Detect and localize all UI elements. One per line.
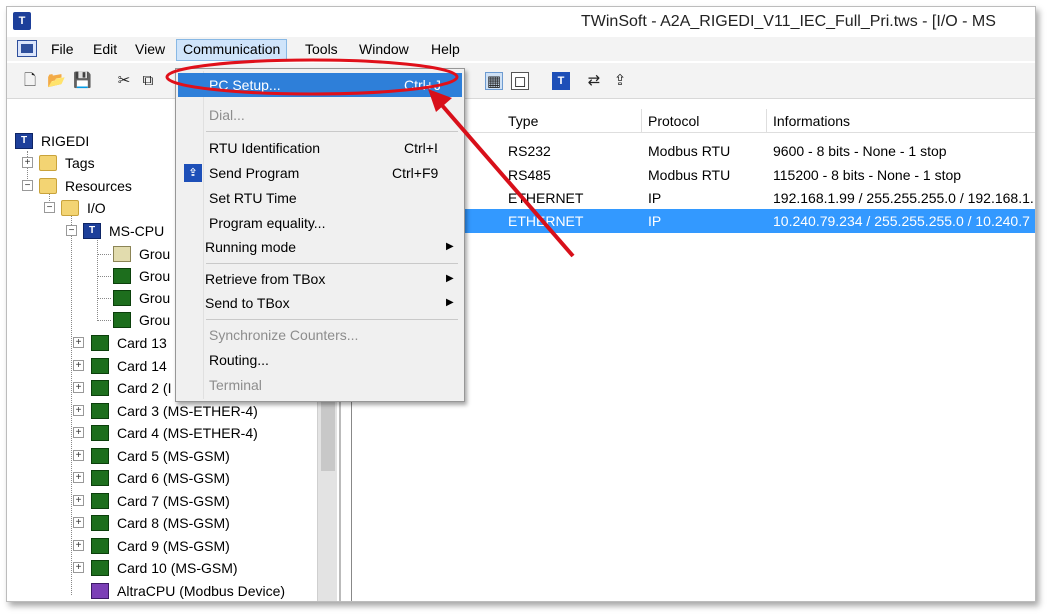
send-program-tool-icon[interactable]: ⇪ (611, 72, 629, 90)
menu-communication[interactable]: Communication (176, 39, 288, 61)
twinsoft-project-icon: T (15, 133, 33, 149)
menu-view[interactable]: View (129, 40, 171, 60)
menu-item-running-mode[interactable]: Running mode ▶ (178, 235, 462, 259)
menu-item-program-equality[interactable]: Program equality... (178, 211, 462, 235)
expand-card-13-icon[interactable]: + (73, 337, 84, 348)
menu-item-pc-setup[interactable]: PC Setup... Ctrl+J (178, 73, 462, 97)
folder-icon (39, 155, 57, 171)
menu-separator (206, 131, 458, 132)
cpu-icon: T (83, 223, 101, 239)
folder-open-icon (61, 200, 79, 216)
menu-file[interactable]: File (45, 40, 80, 60)
menu-item-rtu-identification[interactable]: RTU Identification Ctrl+I (178, 136, 462, 160)
twinsoft-tool-icon[interactable]: T (552, 72, 570, 90)
title-bar: T TWinSoft - A2A_RIGEDI_V11_IEC_Full_Pri… (7, 7, 1035, 35)
io-card-icon (91, 493, 109, 509)
send-program-icon: ⇪ (184, 164, 202, 182)
menu-bar: File Edit View Communication Tools Windo… (7, 37, 1035, 61)
document-system-menu-icon[interactable] (17, 40, 37, 57)
menu-item-dial[interactable]: Dial... (178, 103, 462, 127)
io-card-icon (91, 380, 109, 396)
twinsoft-app-icon[interactable]: T (13, 12, 31, 30)
toolbar: 🗋 📂 💾 ✂ ⧉ ▦ ◻ T ⇄ ⇪ (7, 63, 1035, 99)
modbus-device-icon (91, 583, 109, 599)
new-file-icon[interactable]: 🗋 (21, 72, 39, 90)
menu-item-send-program[interactable]: ⇪ Send Program Ctrl+F9 (178, 161, 462, 185)
column-header-type[interactable]: Type (502, 109, 642, 133)
menu-separator (206, 319, 458, 320)
column-header-informations[interactable]: Informations (767, 109, 1035, 133)
menu-window[interactable]: Window (353, 40, 415, 60)
menu-item-set-rtu-time[interactable]: Set RTU Time (178, 186, 462, 210)
expand-card-9-icon[interactable]: + (73, 540, 84, 551)
io-card-icon (91, 335, 109, 351)
serial-port-icon (113, 246, 131, 262)
io-card-icon (91, 448, 109, 464)
save-icon[interactable]: 💾 (73, 72, 92, 90)
window-title: TWinSoft - A2A_RIGEDI_V11_IEC_Full_Pri.t… (581, 13, 996, 30)
expand-card-14-icon[interactable]: + (73, 360, 84, 371)
io-card-icon (91, 560, 109, 576)
menu-tools[interactable]: Tools (299, 40, 344, 60)
submenu-arrow-icon: ▶ (446, 297, 454, 308)
expand-card-6-icon[interactable]: + (73, 472, 84, 483)
details-view-icon[interactable]: ▦ (485, 72, 503, 90)
submenu-arrow-icon: ▶ (446, 241, 454, 252)
expand-card-8-icon[interactable]: + (73, 517, 84, 528)
menu-separator (206, 263, 458, 264)
collapse-ms-cpu-icon[interactable]: − (66, 225, 77, 236)
io-card-icon (91, 358, 109, 374)
menu-help[interactable]: Help (425, 40, 466, 60)
column-header-protocol[interactable]: Protocol (642, 109, 767, 133)
expand-card-4-icon[interactable]: + (73, 427, 84, 438)
io-card-icon (113, 290, 131, 306)
list-view-icon[interactable]: ◻ (511, 72, 529, 90)
expand-tags-icon[interactable]: + (22, 157, 33, 168)
menu-item-synchronize-counters[interactable]: Synchronize Counters... (178, 323, 462, 347)
io-card-icon (91, 470, 109, 486)
collapse-io-icon[interactable]: − (44, 202, 55, 213)
expand-card-5-icon[interactable]: + (73, 450, 84, 461)
open-folder-icon[interactable]: 📂 (47, 72, 66, 90)
expand-card-7-icon[interactable]: + (73, 495, 84, 506)
copy-icon[interactable]: ⧉ (139, 72, 157, 90)
app-window: T TWinSoft - A2A_RIGEDI_V11_IEC_Full_Pri… (6, 6, 1036, 602)
cut-icon[interactable]: ✂ (115, 72, 133, 90)
menu-item-retrieve-from-tbox[interactable]: Retrieve from TBox ▶ (178, 267, 462, 291)
menu-edit[interactable]: Edit (87, 40, 123, 60)
io-card-icon (91, 403, 109, 419)
send-receive-icon[interactable]: ⇄ (585, 72, 603, 90)
expand-card-2-icon[interactable]: + (73, 382, 84, 393)
io-card-icon (113, 268, 131, 284)
submenu-arrow-icon: ▶ (446, 273, 454, 284)
folder-open-icon (39, 178, 57, 194)
menu-item-send-to-tbox[interactable]: Send to TBox ▶ (178, 291, 462, 315)
io-card-icon (91, 515, 109, 531)
menu-item-terminal[interactable]: Terminal (178, 373, 462, 397)
io-card-icon (91, 425, 109, 441)
io-card-icon (91, 538, 109, 554)
expand-card-3-icon[interactable]: + (73, 405, 84, 416)
menu-item-routing[interactable]: Routing... (178, 348, 462, 372)
expand-card-10-icon[interactable]: + (73, 562, 84, 573)
communication-menu: PC Setup... Ctrl+J Dial... RTU Identific… (175, 68, 465, 402)
collapse-resources-icon[interactable]: − (22, 180, 33, 191)
io-card-icon (113, 312, 131, 328)
